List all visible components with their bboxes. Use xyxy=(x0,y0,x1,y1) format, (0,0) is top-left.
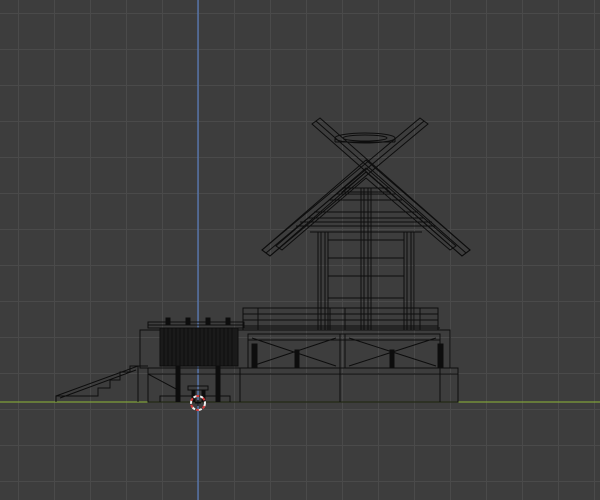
shrine-pillars xyxy=(317,187,415,331)
veranda-railing xyxy=(240,307,440,331)
katsuogi-ornament xyxy=(334,132,396,144)
wireframe-scene[interactable] xyxy=(0,0,600,500)
gate-structure xyxy=(147,317,245,403)
gable-roof xyxy=(261,159,471,257)
3d-viewport[interactable] xyxy=(0,0,600,500)
shrine-wireframe[interactable] xyxy=(55,117,471,403)
